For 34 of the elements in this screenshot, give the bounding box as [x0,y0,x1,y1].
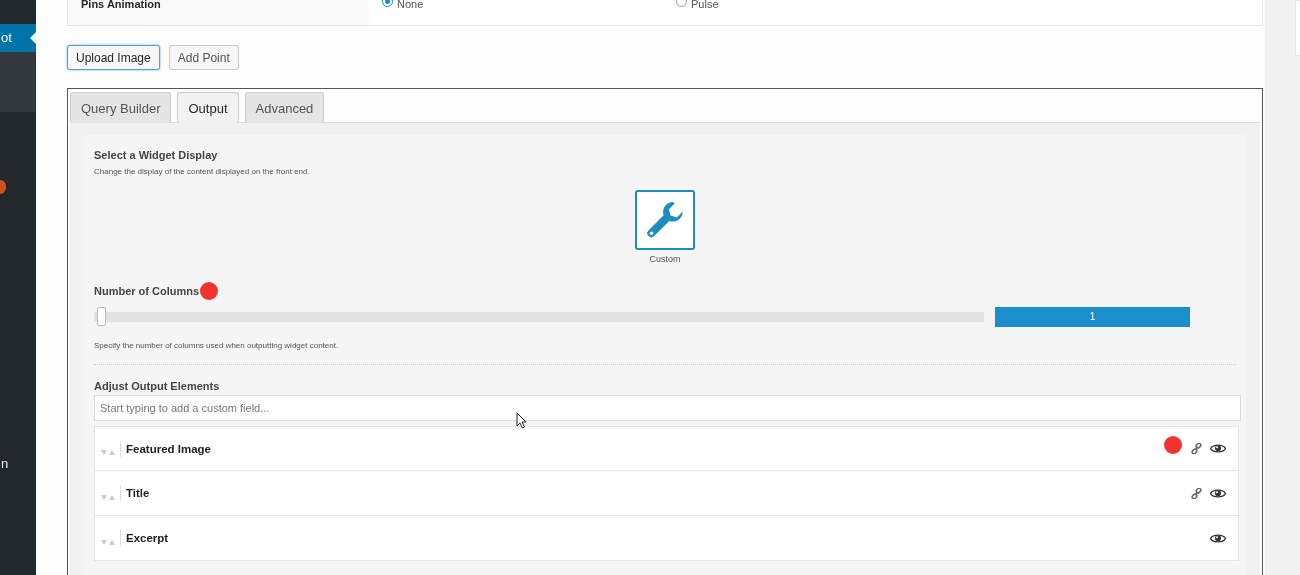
section-heading: Select a Widget Display [94,149,219,161]
tab[interactable]: Output [177,92,239,123]
value-display: 1 [995,307,1190,327]
widget-option[interactable] [635,190,695,250]
sidebar-item[interactable]: n [0,455,36,473]
option-label: Custom [649,254,681,264]
upload-button[interactable]: Upload Image [67,45,160,70]
output-element-row[interactable]: Excerpt [94,516,1239,561]
cursor-icon [516,412,527,429]
element-label: Excerpt [126,532,169,544]
slider-thumb[interactable] [97,307,106,326]
radio-label: None [397,0,424,8]
eye-icon[interactable] [1210,487,1226,499]
click-marker [200,282,219,300]
click-marker [1164,436,1182,454]
radio-label: Pulse [691,0,719,8]
add-point-button[interactable]: Add Point [168,45,239,70]
section-heading: Adjust Output Elements [94,380,221,392]
tab[interactable]: Query Builder [70,92,172,123]
eye-icon[interactable] [1210,532,1226,544]
help-text: Specify the number of columns used when outputting widget content. [94,341,340,350]
link-icon[interactable] [1191,487,1202,499]
eye-icon[interactable] [1210,443,1226,454]
output-element-row[interactable]: Title [94,471,1239,516]
sidebar-item[interactable]: ot [0,24,36,52]
element-label: Featured Image [126,442,211,455]
custom-field-input[interactable]: Start typing to add a custom field... [94,395,1241,421]
output-element-row[interactable]: Featured Image [94,426,1239,471]
setting-label: Pins Animation [81,0,161,10]
field-label: Number of Columns [94,285,200,297]
link-icon[interactable] [1191,443,1202,454]
tab[interactable]: Advanced [244,92,325,123]
element-label: Title [126,487,150,499]
section-description: Change the display of the content displayed on the front end. [94,167,311,176]
